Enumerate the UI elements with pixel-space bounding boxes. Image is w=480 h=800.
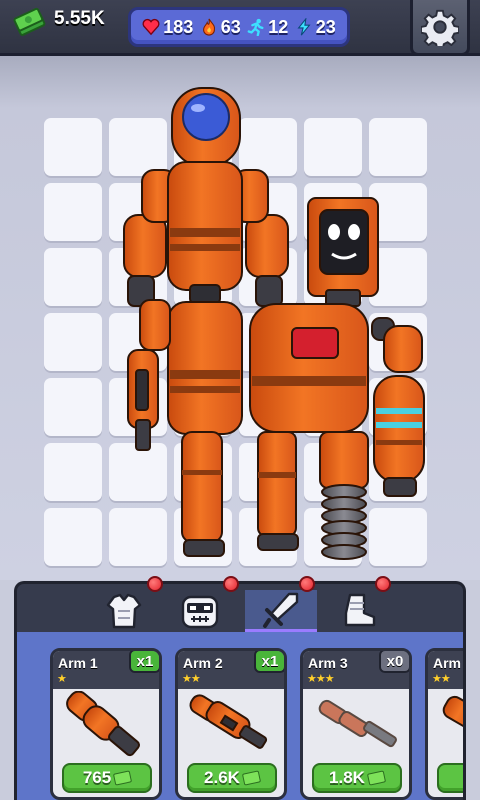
tab-leg[interactable]: [333, 590, 383, 632]
buy-button[interactable]: 2.6K: [187, 763, 277, 793]
price-value: 1.8K: [329, 768, 365, 787]
part-category-tabs: [14, 576, 466, 633]
part-card[interactable]: Arm ★★ 5: [425, 648, 463, 800]
rarity-stars: ★★: [182, 673, 201, 685]
owned-count-badge: x1: [254, 651, 284, 673]
armor-vest-icon: [106, 593, 142, 629]
part-name: Arm 1: [58, 655, 98, 671]
notification-dot: [223, 576, 239, 592]
price-value: 2.6K: [204, 768, 240, 787]
part-name: Arm 3: [308, 655, 348, 671]
robot-head-icon: [181, 595, 219, 629]
tab-head[interactable]: [175, 590, 225, 632]
tab-armor[interactable]: [99, 590, 149, 632]
robot-head-screen[interactable]: [307, 197, 379, 307]
rarity-stars: ★★: [432, 673, 451, 685]
cash-icon: [113, 770, 133, 786]
part-card[interactable]: Arm 1 ★ x1 765: [50, 648, 162, 800]
notification-dot: [375, 576, 391, 592]
robot-head-helmet[interactable]: [171, 87, 241, 167]
robot-box-torso[interactable]: [249, 303, 369, 433]
robot-blaster-arm[interactable]: [127, 299, 171, 451]
sword-arm-icon: [263, 592, 299, 628]
tab-arm[interactable]: [245, 590, 317, 632]
part-card[interactable]: Arm 2 ★★ x1 2.6K: [175, 648, 287, 800]
buy-button[interactable]: 5: [437, 763, 463, 793]
rarity-stars: ★: [57, 673, 67, 685]
robot-legs[interactable]: [167, 301, 243, 557]
arm-part-icon: [66, 691, 140, 757]
buy-button[interactable]: 1.8K: [312, 763, 402, 793]
price-value: 765: [82, 768, 112, 787]
arm-part-icon: [442, 695, 463, 729]
arm-part-icon: [318, 699, 397, 748]
part-card[interactable]: Arm 3 ★★★ x0 1.8K: [300, 648, 412, 800]
owned-count-badge: x0: [379, 651, 409, 673]
arm-part-icon: [189, 694, 268, 749]
parts-shop-panel: Arm 1 ★ x1 765 Arm 2 ★★ x1 2.6K Arm 3 ★★…: [14, 632, 466, 800]
cash-icon: [366, 770, 387, 786]
robot-box-legs[interactable]: [257, 431, 369, 560]
notification-dot: [299, 576, 315, 592]
robot-torso[interactable]: [167, 161, 243, 304]
cash-icon: [241, 770, 262, 786]
robot-assembly: [123, 87, 425, 560]
notification-dot: [147, 576, 163, 592]
owned-count-badge: x1: [129, 651, 159, 673]
robot-drill-arm[interactable]: [371, 317, 425, 497]
part-name: Arm 2: [183, 655, 223, 671]
rarity-stars: ★★★: [307, 673, 335, 685]
boot-icon: [344, 593, 376, 627]
buy-button[interactable]: 765: [62, 763, 152, 793]
part-name: Arm: [433, 655, 462, 671]
